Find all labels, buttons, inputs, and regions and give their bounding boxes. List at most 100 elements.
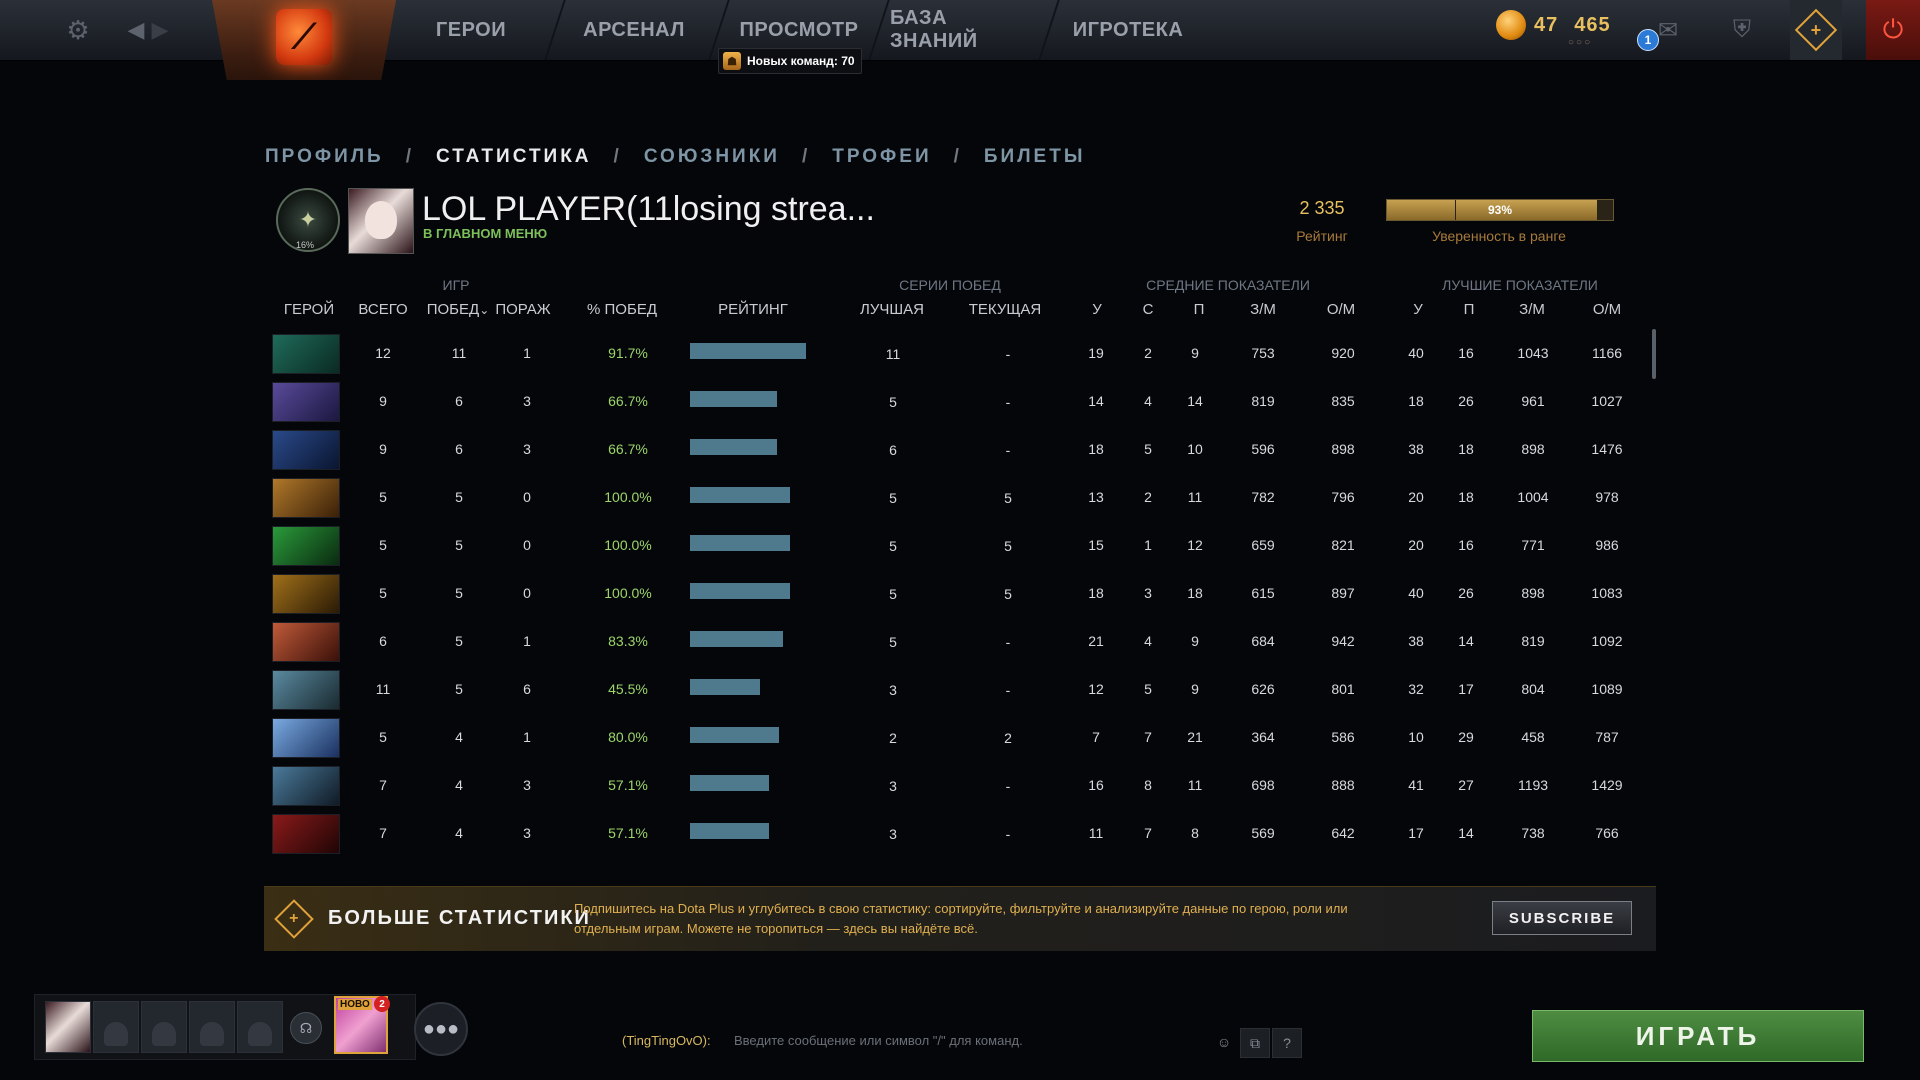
col-header-rating[interactable]: РЕЙТИНГ [718,301,788,318]
nav-armory[interactable]: АРСЕНАЛ [574,0,694,60]
hero-portrait[interactable] [272,478,340,518]
cell-best-assists: 18 [1458,489,1474,505]
cell-wins: 6 [455,441,463,457]
party-slot-empty[interactable] [93,1001,139,1053]
hero-portrait[interactable] [272,766,340,806]
table-row[interactable]: 5 5 0 100.0% 5 5 18 3 18 615 897 40 26 898 1083 [262,570,1642,618]
cell-avg-xpm: 888 [1331,777,1355,793]
cell-streak-current: - [1005,634,1011,650]
table-row[interactable]: 5 5 0 100.0% 5 5 15 1 12 659 821 20 16 771 986 [262,522,1642,570]
tab-statistics[interactable]: СТАТИСТИКА [436,146,592,168]
col-header-total[interactable]: ВСЕГО [358,301,407,318]
col-header-hero[interactable]: ГЕРОЙ [284,301,334,318]
table-scrollbar[interactable] [1652,329,1656,379]
cell-avg-xpm: 898 [1331,441,1355,457]
rating-bar [690,631,783,647]
col-header-avg-assists[interactable]: П [1194,301,1205,318]
group-header-best: ЛУЧШИЕ ПОКАЗАТЕЛИ [1442,277,1598,293]
table-row[interactable]: 5 5 0 100.0% 5 5 13 2 11 782 796 20 18 1004 978 [262,474,1642,522]
hero-portrait[interactable] [272,526,340,566]
tab-profile[interactable]: ПРОФИЛЬ [265,146,384,168]
dota-logo-tab[interactable]: ⟋ [212,0,396,80]
tab-allies[interactable]: СОЮЗНИКИ [644,146,780,168]
tab-trophies[interactable]: ТРОФЕИ [832,146,931,168]
hero-portrait[interactable] [272,622,340,662]
play-button[interactable]: ИГРАТЬ [1532,1010,1864,1062]
nav-learn[interactable]: БАЗА ЗНАНИЙ [890,0,1036,60]
cell-losses: 3 [523,825,531,841]
new-hero-button[interactable]: НОВО 2 [334,996,390,1054]
hero-portrait[interactable] [272,334,340,374]
hero-portrait[interactable] [272,718,340,758]
col-header-losses[interactable]: ПОРАЖ [495,301,550,318]
table-row[interactable]: 7 4 3 57.1% 3 - 11 7 8 569 642 17 14 738 766 [262,810,1642,858]
nav-arcade[interactable]: ИГРОТЕКА [1064,0,1192,60]
cell-avg-gpm: 819 [1251,393,1275,409]
player-avatar[interactable] [348,188,414,254]
forward-arrow-icon[interactable]: ▶ [142,12,178,48]
table-row[interactable]: 9 6 3 66.7% 6 - 18 5 10 596 898 38 18 898 1476 [262,426,1642,474]
cell-avg-gpm: 753 [1251,345,1275,361]
col-header-avg-xpm[interactable]: О/М [1327,301,1355,318]
profile-breadcrumb: ПРОФИЛЬ / СТАТИСТИКА / СОЮЗНИКИ / ТРОФЕИ… [265,146,1085,168]
power-button[interactable]: ⏻ [1866,0,1920,60]
nav-heroes[interactable]: ГЕРОИ [416,0,526,60]
tab-tickets[interactable]: БИЛЕТЫ [984,146,1086,168]
hero-portrait[interactable] [272,574,340,614]
settings-gear-icon[interactable]: ⚙ [60,12,96,48]
col-header-streak-best[interactable]: ЛУЧШАЯ [860,301,924,318]
subscribe-button[interactable]: SUBSCRIBE [1492,901,1632,935]
table-row[interactable]: 9 6 3 66.7% 5 - 14 4 14 819 835 18 26 961 1027 [262,378,1642,426]
cell-total: 9 [379,441,387,457]
hero-portrait[interactable] [272,382,340,422]
hero-portrait[interactable] [272,670,340,710]
voice-chat-icon[interactable]: ☊ [290,1012,322,1044]
table-row[interactable]: 7 4 3 57.1% 3 - 16 8 11 698 888 41 27 1193 1429 [262,762,1642,810]
hero-stats-table[interactable]: 12 11 1 91.7% 11-19 2 9 753 920 40 16 1043 1166 9 6 3 66… [262,330,1656,874]
table-row[interactable]: 5 4 1 80.0% 2 2 7 7 21 364 586 10 29 458 787 [262,714,1642,762]
col-header-best-kills[interactable]: У [1413,301,1423,318]
chat-popout-icon[interactable]: ⧉ [1240,1028,1270,1058]
cell-best-assists: 14 [1458,633,1474,649]
cell-best-assists: 18 [1458,441,1474,457]
cell-best-kills: 40 [1408,585,1424,601]
friends-social-icon[interactable]: ●●● [414,1002,468,1056]
new-teams-notice[interactable]: ☗ Новых команд: 70 [718,48,862,74]
col-header-best-assists[interactable]: П [1464,301,1475,318]
col-header-avg-kills[interactable]: У [1092,301,1102,318]
col-header-best-gpm[interactable]: З/М [1519,301,1545,318]
cell-avg-assists: 21 [1187,729,1203,745]
shards-currency[interactable]: 47 465 [1496,10,1611,40]
banner-description: Подпишитесь на Dota Plus и углубитесь в … [574,901,1348,936]
table-row[interactable]: 12 11 1 91.7% 11-19 2 9 753 920 40 16 1043 1166 [262,330,1642,378]
currency-amount-units: 465 [1574,13,1611,36]
emoji-icon[interactable]: ☺ [1210,1028,1238,1056]
table-row[interactable]: 6 5 1 83.3% 5 - 21 4 9 684 942 38 14 819 1092 [262,618,1642,666]
armory-shield-icon[interactable]: ⛨ [1724,12,1760,48]
chat-help-button[interactable]: ? [1272,1028,1302,1058]
cell-avg-gpm: 569 [1251,825,1275,841]
cell-best-kills: 17 [1408,825,1424,841]
col-header-wins[interactable]: ПОБЕД⌄ [427,301,490,318]
dota-plus-button[interactable]: + [1790,0,1842,60]
col-header-avg-deaths[interactable]: С [1143,301,1154,318]
hero-portrait[interactable] [272,814,340,854]
table-row[interactable]: 11 5 6 45.5% 3 - 12 5 9 626 801 32 17 804 1089 [262,666,1642,714]
party-slot-empty[interactable] [237,1001,283,1053]
currency-dots: ○○○ [1568,37,1593,48]
chat-input[interactable]: Введите сообщение или символ "/" для ком… [734,1033,1023,1048]
col-header-streak-current[interactable]: ТЕКУЩАЯ [969,301,1042,318]
hero-portrait[interactable] [272,430,340,470]
party-slot-empty[interactable] [141,1001,187,1053]
cell-avg-deaths: 7 [1144,729,1152,745]
party-slot-self[interactable] [45,1001,91,1053]
col-header-winrate[interactable]: % ПОБЕД [587,301,657,318]
col-header-best-xpm[interactable]: О/М [1593,301,1621,318]
col-header-avg-gpm[interactable]: З/М [1250,301,1276,318]
cell-total: 12 [375,345,391,361]
cell-losses: 3 [523,441,531,457]
cell-avg-gpm: 596 [1251,441,1275,457]
cell-best-assists: 17 [1458,681,1474,697]
party-slot-empty[interactable] [189,1001,235,1053]
cell-avg-deaths: 5 [1144,441,1152,457]
